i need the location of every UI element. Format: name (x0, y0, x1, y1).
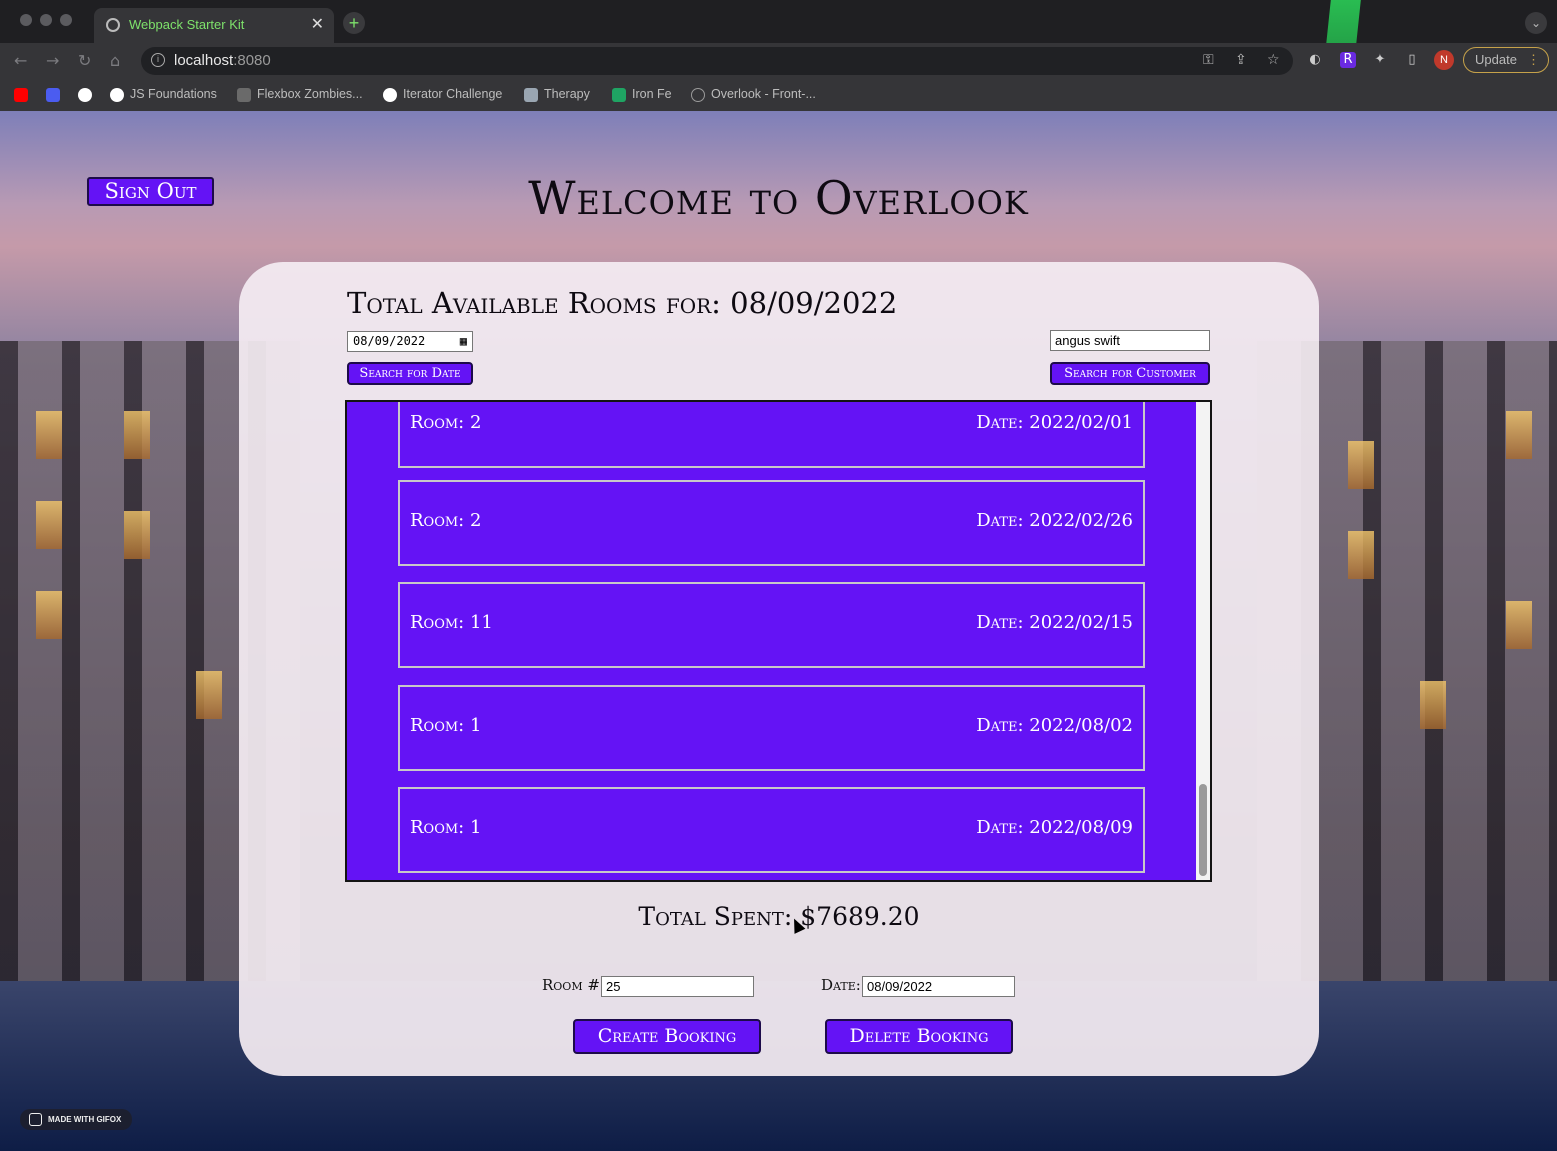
booking-row[interactable]: Room: 1 Date: 2022/08/02 (398, 685, 1145, 771)
customer-search-input[interactable]: angus swift (1050, 330, 1210, 351)
booking-room: Room: 1 (410, 715, 482, 736)
puzzle-icon (524, 87, 538, 102)
bookmarks-bar: JS Foundations Flexbox Zombies... Iterat… (0, 77, 1557, 111)
extensions-puzzle-icon[interactable]: ✦ (1372, 52, 1388, 68)
lit-window (124, 411, 150, 459)
reload-icon[interactable]: ↻ (78, 51, 91, 70)
booking-room: Room: 1 (410, 817, 482, 838)
youtube-icon (14, 87, 28, 102)
lit-window (1506, 411, 1532, 459)
search-date-button[interactable]: Search for Date (347, 362, 473, 385)
booking-row[interactable]: Room: 1 Date: 2022/08/09 (398, 787, 1145, 873)
close-window-button[interactable] (20, 14, 32, 26)
lit-window (1506, 601, 1532, 649)
booking-row[interactable]: Room: 11 Date: 2022/02/15 (398, 582, 1145, 668)
gifox-watermark: MADE WITH GIFOX (20, 1109, 132, 1130)
bookmark-js-foundations[interactable]: JS Foundations (110, 85, 217, 103)
lit-window (36, 591, 62, 639)
room-number-input[interactable]: 25 (601, 976, 754, 997)
date-picker-input[interactable]: 08/09/2022 ▦ (347, 331, 473, 352)
lit-window (1348, 441, 1374, 489)
bookmark-flexbox-zombies[interactable]: Flexbox Zombies... (237, 85, 363, 103)
sidebar-icon[interactable]: ▯ (1404, 52, 1420, 68)
lit-window (124, 511, 150, 559)
bookmark-github[interactable] (78, 85, 98, 103)
zoom-window-button[interactable] (60, 14, 72, 26)
bookings-list[interactable]: Room: 2 Date: 2022/02/01 Room: 2 Date: 2… (345, 400, 1212, 882)
site-info-icon[interactable]: i (151, 53, 165, 67)
create-booking-button[interactable]: Create Booking (573, 1019, 761, 1054)
back-arrow-icon[interactable]: ← (14, 51, 27, 70)
lit-window (36, 501, 62, 549)
browser-toolbar: ← → ↻ ⌂ i localhost:8080 ⚿ ⇪ ☆ ◐ R ✦ ▯ N… (0, 43, 1557, 77)
bookmark-iron-fe[interactable]: Iron Fe (612, 85, 672, 103)
room-number-label: Room #: (542, 976, 605, 994)
welcome-heading: Welcome to Overlook (528, 171, 1029, 225)
tab-title: Webpack Starter Kit (129, 17, 245, 32)
lit-window (1348, 531, 1374, 579)
new-tab-button[interactable]: + (343, 12, 365, 34)
globe-icon (691, 87, 705, 102)
lit-window (196, 671, 222, 719)
calendar-icon[interactable]: ▦ (460, 332, 467, 351)
browser-titlebar: Webpack Starter Kit ✕ + ⌄ (0, 0, 1557, 111)
booking-date: Date: 2022/02/26 (976, 510, 1133, 531)
list-scrollbar[interactable] (1196, 402, 1210, 880)
mail-icon (46, 87, 60, 102)
url-text: localhost:8080 (174, 52, 271, 69)
bookmark-star-icon[interactable]: ☆ (1267, 52, 1280, 68)
update-button[interactable]: Update ⋮ (1463, 47, 1549, 73)
github-icon (110, 87, 124, 102)
profile-avatar[interactable]: N (1434, 50, 1454, 70)
github-icon (78, 87, 92, 102)
bookmark-iterator-challenge[interactable]: Iterator Challenge (383, 85, 502, 103)
tab-search-chevron-icon[interactable]: ⌄ (1525, 12, 1547, 34)
key-icon[interactable]: ⚿ (1203, 52, 1214, 68)
booking-date-label: Date: (821, 976, 861, 994)
lit-window (1420, 681, 1446, 729)
sheet-icon (612, 87, 626, 102)
update-label: Update (1475, 52, 1517, 67)
booking-date-input[interactable]: 08/09/2022 (862, 976, 1015, 997)
bookmark-overlook[interactable]: Overlook - Front-... (691, 85, 816, 103)
booking-room: Room: 2 (410, 510, 482, 531)
bookmark-mail[interactable] (46, 85, 66, 103)
share-icon[interactable]: ⇪ (1235, 52, 1247, 68)
booking-room: Room: 11 (410, 612, 493, 633)
booking-date: Date: 2022/02/01 (976, 412, 1133, 433)
address-bar[interactable]: i localhost:8080 ⚿ ⇪ ☆ (141, 47, 1293, 75)
list-scrollbar-thumb[interactable] (1199, 784, 1207, 876)
total-spent: Total Spent: $7689.20 (638, 902, 920, 931)
browser-tab[interactable]: Webpack Starter Kit ✕ (94, 8, 334, 43)
globe-icon (106, 18, 120, 32)
home-icon[interactable]: ⌂ (110, 51, 120, 70)
search-customer-button[interactable]: Search for Customer (1050, 362, 1210, 385)
close-tab-icon[interactable]: ✕ (311, 14, 324, 34)
booking-date: Date: 2022/08/02 (976, 715, 1133, 736)
date-picker-value: 08/09/2022 (353, 334, 426, 348)
booking-row[interactable]: Room: 2 Date: 2022/02/01 (398, 402, 1145, 468)
bookmark-therapy[interactable]: Therapy (524, 85, 590, 103)
bookmark-youtube[interactable] (14, 85, 34, 103)
lit-window (36, 411, 62, 459)
booking-row[interactable]: Room: 2 Date: 2022/02/26 (398, 480, 1145, 566)
watermark-text: MADE WITH GIFOX (48, 1115, 122, 1124)
dark-mode-extension-icon[interactable]: ◐ (1307, 52, 1323, 68)
available-rooms-title: Total Available Rooms for: 08/09/2022 (347, 286, 898, 320)
chrome-icon (383, 87, 397, 102)
gifox-logo-icon (29, 1113, 42, 1126)
booking-room: Room: 2 (410, 412, 482, 433)
minimize-window-button[interactable] (40, 14, 52, 26)
booking-panel: Total Available Rooms for: 08/09/2022 08… (239, 262, 1319, 1076)
booking-date: Date: 2022/02/15 (976, 612, 1133, 633)
zombie-icon (237, 87, 251, 102)
delete-booking-button[interactable]: Delete Booking (825, 1019, 1013, 1054)
forward-arrow-icon[interactable]: → (46, 51, 59, 70)
booking-date: Date: 2022/08/09 (976, 817, 1133, 838)
more-menu-icon[interactable]: ⋮ (1527, 48, 1540, 72)
extension-r-icon[interactable]: R (1340, 52, 1356, 68)
page-background: Sign Out Welcome to Overlook Total Avail… (0, 111, 1557, 1151)
